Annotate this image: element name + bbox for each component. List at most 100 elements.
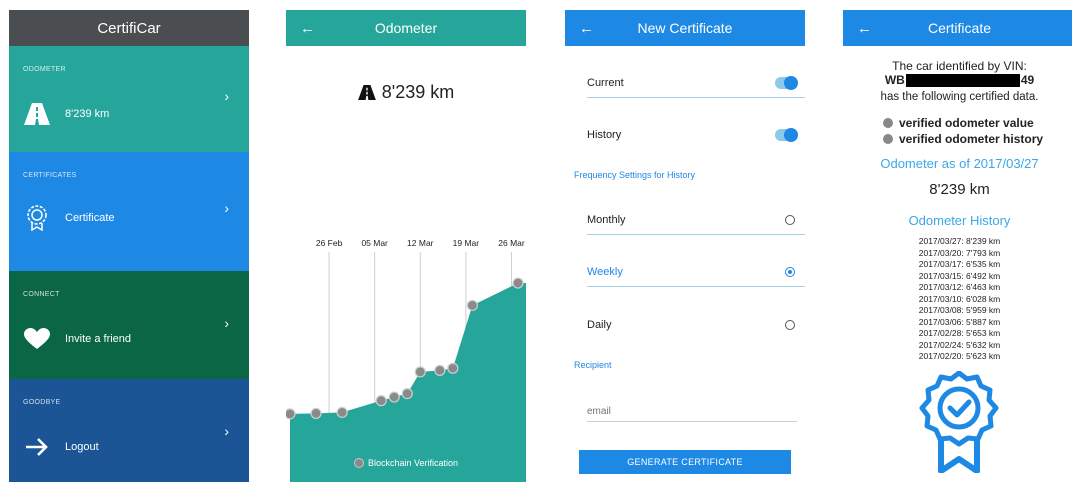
data-point[interactable]: [401, 388, 413, 400]
menu-screen: CertifiCar ODOMETER 8'239 km › CERTIFICA…: [9, 10, 249, 482]
history-entry: 2017/03/15: 6'492 km: [918, 270, 1001, 281]
certificate-badge-icon: [919, 371, 999, 473]
toggle-current-row[interactable]: Current: [587, 68, 805, 98]
back-arrow-icon[interactable]: ←: [579, 20, 594, 37]
history-entry: 2017/03/20: 7'793 km: [918, 247, 1001, 258]
toggle-current[interactable]: [775, 75, 798, 90]
history-list: 2017/03/27: 8'239 km 2017/03/20: 7'793 k…: [843, 236, 1072, 363]
menu-item-odometer[interactable]: ODOMETER 8'239 km ›: [9, 46, 249, 152]
frequency-option-weekly[interactable]: Weekly: [587, 257, 805, 287]
data-point[interactable]: [434, 364, 446, 376]
vin-prefix: WB: [884, 73, 905, 87]
data-point[interactable]: [466, 299, 478, 311]
frequency-option-monthly[interactable]: Monthly: [587, 205, 805, 235]
vin-number: WB 49: [843, 73, 1072, 87]
data-line: has the following certified data.: [880, 91, 1039, 103]
toggle-label: Current: [587, 76, 624, 89]
data-point[interactable]: [512, 277, 524, 289]
road-icon: [23, 102, 51, 126]
history-entry: 2017/03/06: 5'887 km: [918, 316, 1001, 327]
new-certificate-app-bar: ← New Certificate: [565, 10, 805, 46]
road-icon: [357, 85, 376, 100]
history-entry: 2017/03/10: 6'028 km: [918, 293, 1001, 304]
verified-item: verified odometer value: [883, 116, 1034, 130]
back-arrow-icon[interactable]: ←: [857, 20, 872, 37]
data-point[interactable]: [388, 391, 400, 403]
x-tick-label: 19 Mar: [453, 238, 480, 248]
heart-icon: [23, 327, 51, 351]
x-tick-label: 26 Feb: [316, 238, 343, 248]
history-entry: 2017/02/20: 5'623 km: [918, 351, 1001, 361]
vin-redaction: [905, 73, 1020, 87]
option-label: Monthly: [587, 213, 626, 226]
menu-item-label: Certificate: [65, 212, 115, 224]
data-point[interactable]: [286, 408, 296, 420]
certified-odometer-value: 8'239 km: [929, 181, 990, 198]
history-entry: 2017/03/17: 6'535 km: [918, 259, 1001, 269]
history-entry: 2017/03/08: 5'959 km: [918, 305, 1001, 315]
data-point[interactable]: [336, 406, 348, 418]
verified-dot-icon: [353, 458, 364, 468]
chevron-right-icon: ›: [224, 315, 229, 331]
blockchain-label: Blockchain Verification: [367, 458, 459, 468]
data-point[interactable]: [447, 362, 459, 374]
radio-daily[interactable]: [785, 320, 795, 330]
bullet-dot-icon: [883, 134, 893, 144]
odometer-app-bar: ← Odometer: [286, 10, 526, 46]
chevron-right-icon: ›: [224, 200, 229, 216]
verified-item-label: verified odometer history: [899, 132, 1044, 146]
option-label: Weekly: [587, 265, 623, 278]
generate-certificate-button[interactable]: GENERATE CERTIFICATE: [579, 450, 791, 474]
vin-intro: The car identified by VIN:: [892, 59, 1027, 73]
badge-icon: [23, 205, 51, 231]
page-title: Odometer: [374, 20, 438, 36]
chevron-right-icon: ›: [224, 88, 229, 104]
page-title: Certificate: [927, 20, 992, 36]
series-area: [290, 283, 526, 482]
radio-weekly[interactable]: [785, 266, 795, 277]
history-entry: 2017/03/27: 8'239 km: [918, 236, 1001, 246]
blockchain-verification[interactable]: Blockchain Verification: [286, 458, 526, 468]
email-field[interactable]: [587, 402, 797, 422]
frequency-option-daily[interactable]: Daily: [587, 310, 805, 340]
toggle-label: History: [587, 129, 622, 141]
data-point[interactable]: [375, 395, 387, 407]
odometer-chart: 26 Feb 05 Mar 12 Mar 19 Mar 26 Mar: [286, 238, 526, 482]
odometer-screen: ← Odometer 8'239 km 26 Feb 05 Mar 12 Mar 19…: [286, 10, 526, 482]
frequency-heading: Frequency Settings for History: [574, 170, 696, 180]
new-certificate-screen: ← New Certificate Current History Freque…: [565, 10, 805, 482]
menu-item-label: Logout: [65, 441, 99, 453]
vin-suffix: 49: [1020, 73, 1035, 87]
menu-item-label: 8'239 km: [65, 108, 110, 120]
odometer-value: 8'239 km: [381, 82, 455, 102]
verified-item: verified odometer history: [883, 132, 1043, 146]
odometer-reading: 8'239 km: [286, 82, 526, 103]
recipient-heading: Recipient: [574, 360, 612, 370]
chevron-right-icon: ›: [224, 423, 229, 439]
x-tick-label: 26 Mar: [498, 238, 525, 248]
data-point[interactable]: [310, 407, 322, 419]
toggle-history-row[interactable]: History: [587, 120, 805, 150]
odometer-history-heading: Odometer History: [908, 213, 1011, 228]
x-tick-label: 05 Mar: [361, 238, 388, 248]
history-entry: 2017/02/28: 5'653 km: [918, 328, 1001, 338]
certificate-screen: ← Certificate The car identified by VIN:…: [843, 10, 1072, 482]
menu-category-label: CERTIFICATES: [23, 172, 77, 179]
menu-category-label: ODOMETER: [23, 66, 66, 73]
page-title: New Certificate: [637, 20, 733, 36]
menu-item-certificates[interactable]: CERTIFICATES Certificate ›: [9, 152, 249, 271]
menu-item-label: Invite a friend: [65, 333, 132, 345]
menu-category-label: CONNECT: [23, 291, 60, 298]
menu-item-logout[interactable]: GOODBYE Logout ›: [9, 379, 249, 482]
certificate-app-bar: ← Certificate: [843, 10, 1072, 46]
history-entry: 2017/03/12: 6'463 km: [918, 282, 1001, 292]
app-title: CertifiCar: [9, 10, 249, 46]
radio-monthly[interactable]: [785, 214, 795, 225]
menu-item-connect[interactable]: CONNECT Invite a friend ›: [9, 271, 249, 379]
data-point[interactable]: [414, 366, 426, 378]
toggle-history[interactable]: [775, 128, 798, 142]
x-tick-label: 12 Mar: [407, 238, 434, 248]
bullet-dot-icon: [883, 118, 893, 128]
verified-item-label: verified odometer value: [899, 116, 1034, 130]
back-arrow-icon[interactable]: ←: [300, 20, 315, 37]
